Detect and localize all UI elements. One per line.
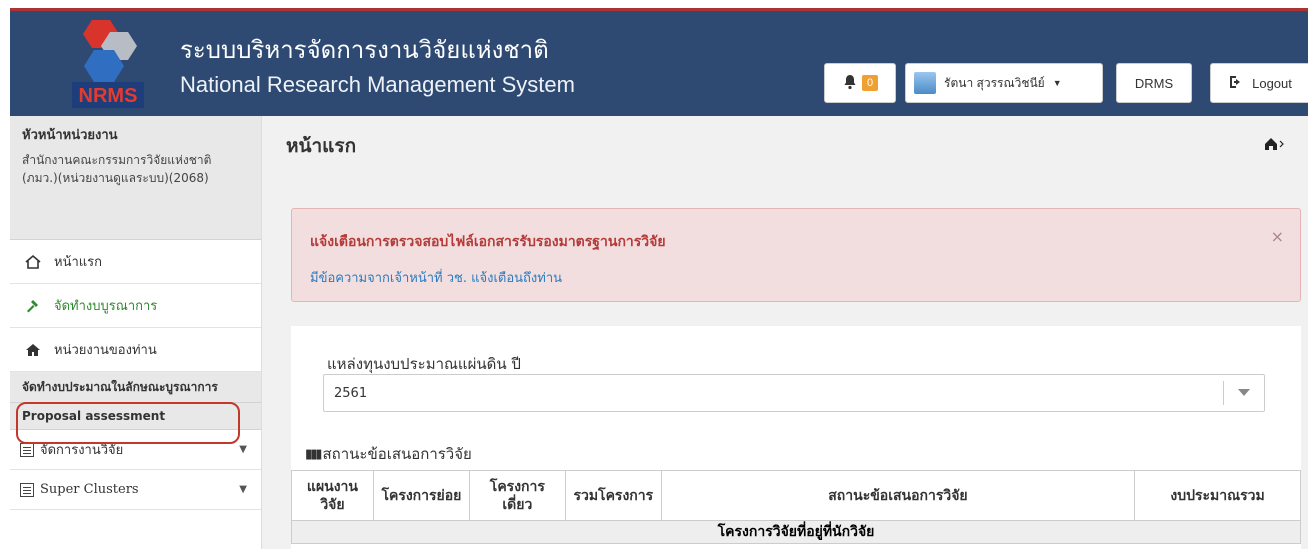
role-organization: สำนักงานคณะกรรมการวิจัยแห่งชาติ (ภมว.)(ห… [22, 153, 212, 185]
group-row-label: โครงการวิจัยที่อยู่ที่นักวิจัย [291, 520, 1301, 544]
user-menu-button[interactable]: รัตนา สุวรรณวิชนีย์ ▼ [905, 63, 1103, 103]
user-role-panel: หัวหน้าหน่วยงาน สำนักงานคณะกรรมการวิจัยแ… [10, 116, 261, 240]
logout-button[interactable]: Logout [1210, 63, 1308, 103]
funding-panel: แหล่งทุนงบประมาณแผ่นดิน ปี 2561 ▮▮▮ สถาน… [291, 326, 1301, 549]
header-accent-line [10, 8, 1308, 11]
sidebar-section-budget: จัดทำงบประมาณในลักษณะบูรณาการ [10, 372, 261, 403]
role-title: หัวหน้าหน่วยงาน [22, 128, 118, 143]
site-title-thai: ระบบบริหารจัดการงานวิจัยแห่งชาติ [180, 36, 549, 64]
fund-year-label: แหล่งทุนงบประมาณแผ่นดิน ปี [327, 355, 521, 373]
user-name: รัตนา สุวรรณวิชนีย์ [944, 75, 1045, 90]
home-icon [24, 253, 42, 271]
select-divider [1223, 381, 1224, 405]
notifications-button[interactable]: 0 [824, 63, 896, 103]
logout-icon [1228, 74, 1244, 93]
sidebar-item-label: Super Clusters [40, 482, 139, 497]
column-header: แผนงานวิจัย [291, 470, 374, 521]
sidebar-item-label: หน่วยงานของท่าน [54, 343, 157, 358]
chevron-down-icon [1238, 389, 1250, 396]
sidebar-item-home[interactable]: หน้าแรก [10, 240, 261, 284]
column-header: งบประมาณรวม [1134, 470, 1301, 521]
logout-label: Logout [1252, 75, 1292, 91]
status-title-text: สถานะข้อเสนอการวิจัย [322, 445, 472, 463]
fund-year-value: 2561 [334, 385, 368, 401]
sidebar-item-label: จัดทำงบบูรณาการ [54, 299, 158, 314]
bar-chart-icon: ▮▮▮ [305, 446, 323, 462]
sidebar: หัวหน้าหน่วยงาน สำนักงานคณะกรรมการวิจัยแ… [10, 116, 262, 549]
sidebar-item-label: หน้าแรก [54, 255, 102, 270]
bell-icon [842, 74, 858, 93]
column-header: โครงการย่อย [372, 470, 470, 521]
column-header: โครงการเดี่ยว [468, 470, 566, 521]
caret-down-icon: ▼ [239, 444, 247, 455]
drms-button[interactable]: DRMS [1116, 63, 1192, 103]
caret-down-icon: ▼ [239, 484, 247, 495]
alert-box: แจ้งเตือนการตรวจสอบไฟล์เอกสารรับรองมาตรฐ… [291, 208, 1301, 302]
building-icon [24, 341, 42, 359]
highlight-annotation-ring [16, 402, 240, 444]
nrms-logo: NRMS [72, 20, 144, 108]
column-header: รวมโครงการ [564, 470, 662, 521]
sidebar-item-integrated-budget[interactable]: จัดทำงบบูรณาการ [10, 284, 261, 328]
column-header: สถานะข้อเสนอการวิจัย [660, 470, 1136, 521]
list-icon [20, 442, 34, 457]
sidebar-item-super-clusters[interactable]: Super Clusters ▼ [10, 470, 261, 510]
app-header: NRMS ระบบบริหารจัดการงานวิจัยแห่งชาติ Na… [10, 8, 1308, 116]
site-title-english: National Research Management System [180, 72, 575, 97]
close-icon[interactable]: × [1271, 227, 1284, 246]
gavel-icon [24, 297, 42, 315]
avatar [914, 72, 936, 94]
breadcrumb-home-icon[interactable] [1264, 136, 1284, 156]
alert-link[interactable]: มีข้อความจากเจ้าหน้าที่ วช. แจ้งเตือนถึง… [310, 267, 1282, 288]
page-header: หน้าแรก [262, 116, 1308, 176]
status-section-title: ▮▮▮ สถานะข้อเสนอการวิจัย [305, 442, 472, 466]
table-header-row: แผนงานวิจัย โครงการย่อย โครงการเดี่ยว รว… [291, 470, 1301, 521]
main-content: หน้าแรก แจ้งเตือนการตรวจสอบไฟล์เอกสารรับ… [262, 116, 1308, 549]
fund-year-select[interactable]: 2561 [323, 374, 1265, 412]
chevron-down-icon: ▼ [1052, 78, 1062, 88]
status-table: แผนงานวิจัย โครงการย่อย โครงการเดี่ยว รว… [291, 470, 1301, 544]
page-title: หน้าแรก [286, 135, 357, 157]
notification-count-badge: 0 [861, 75, 879, 91]
table-row: โครงการวิจัยที่อยู่ที่นักวิจัย [291, 520, 1301, 544]
sidebar-item-your-organization[interactable]: หน่วยงานของท่าน [10, 328, 261, 372]
alert-title: แจ้งเตือนการตรวจสอบไฟล์เอกสารรับรองมาตรฐ… [310, 234, 666, 250]
svg-text:NRMS: NRMS [79, 85, 138, 107]
list-icon [20, 482, 34, 497]
